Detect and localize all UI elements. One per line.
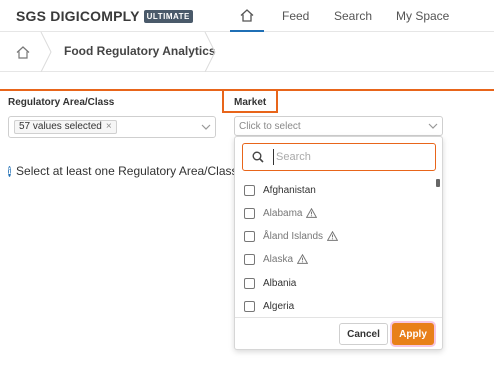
option-alaska[interactable]: Alaska <box>244 252 309 266</box>
market-highlight <box>222 89 278 113</box>
checkbox[interactable] <box>244 230 255 242</box>
nav-link-my-space[interactable]: My Space <box>396 9 449 23</box>
chevron-down-icon[interactable] <box>201 122 211 132</box>
chip-remove-icon[interactable]: × <box>106 121 112 132</box>
info-text: Select at least one Regulatory Area/Clas… <box>16 164 238 178</box>
search-icon <box>252 151 264 163</box>
logo[interactable]: SGS DIGICOMPLY ULTIMATE <box>16 8 193 24</box>
checkbox[interactable] <box>244 253 255 265</box>
warning-icon <box>306 208 318 218</box>
market-dropdown: Afghanistan Alabama Åland Islands Alaska… <box>234 136 443 350</box>
breadcrumb-separator <box>40 32 52 72</box>
option-label: Algeria <box>263 300 295 312</box>
market-placeholder: Click to select <box>239 121 301 132</box>
option-afghanistan[interactable]: Afghanistan <box>244 183 316 197</box>
nav-link-feed[interactable]: Feed <box>282 9 309 23</box>
regulatory-area-select[interactable]: 57 values selected × <box>8 116 216 138</box>
option-algeria[interactable]: Algeria <box>244 299 294 313</box>
option-label: Afghanistan <box>263 184 316 196</box>
checkbox[interactable] <box>244 184 255 196</box>
search-input[interactable] <box>273 149 423 165</box>
option-aland-islands[interactable]: Åland Islands <box>244 229 339 243</box>
cancel-button[interactable]: Cancel <box>339 323 388 345</box>
page-title: Food Regulatory Analytics <box>64 44 216 58</box>
option-label: Albania <box>263 277 297 289</box>
home-icon <box>16 45 30 59</box>
logo-text: SGS DIGICOMPLY <box>16 8 140 24</box>
chevron-down-icon[interactable] <box>428 121 438 131</box>
warning-icon <box>327 231 339 241</box>
dropdown-footer: Cancel Apply <box>235 317 442 350</box>
option-label: Åland Islands <box>263 230 324 242</box>
breadcrumb-separator <box>204 32 216 72</box>
option-alabama[interactable]: Alabama <box>244 206 318 220</box>
market-select[interactable]: Click to select <box>234 116 443 136</box>
apply-button[interactable]: Apply <box>392 323 434 345</box>
checkbox[interactable] <box>244 207 255 219</box>
info-icon: i <box>8 165 12 177</box>
checkbox[interactable] <box>244 300 255 312</box>
logo-badge: ULTIMATE <box>143 10 193 23</box>
option-albania[interactable]: Albania <box>244 276 296 290</box>
checkbox[interactable] <box>244 277 255 289</box>
warning-icon <box>297 254 309 264</box>
regulatory-area-label: Regulatory Area/Class <box>8 97 115 108</box>
selected-values-chip: 57 values selected × <box>14 120 117 134</box>
top-nav: SGS DIGICOMPLY ULTIMATE Feed Search My Sp… <box>0 0 494 32</box>
nav-home-tab[interactable] <box>230 0 264 32</box>
nav-link-search[interactable]: Search <box>334 9 372 23</box>
search-field[interactable] <box>242 143 436 171</box>
option-label: Alabama <box>263 207 303 219</box>
home-icon <box>240 8 254 22</box>
option-label: Alaska <box>263 253 294 265</box>
info-message: i Select at least one Regulatory Area/Cl… <box>8 164 238 178</box>
scrollbar-thumb[interactable] <box>436 179 440 187</box>
breadcrumb: Food Regulatory Analytics <box>0 32 494 72</box>
